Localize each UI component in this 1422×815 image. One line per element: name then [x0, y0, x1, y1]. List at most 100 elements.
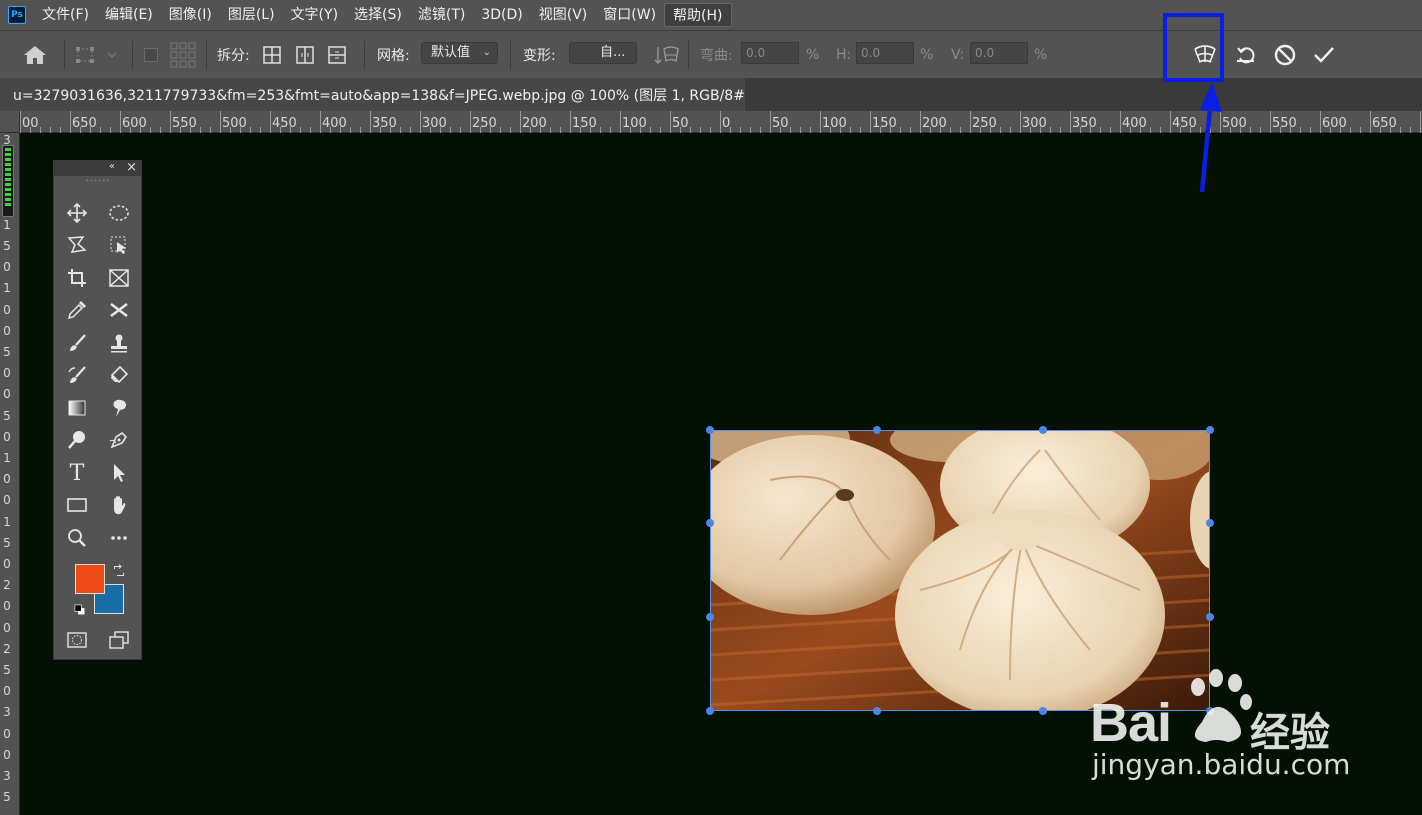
hand-icon [114, 496, 126, 515]
vertical-ruler[interactable]: 32001501005005010015020025030035 [0, 133, 20, 815]
transform-handle-right-1[interactable] [1206, 519, 1214, 527]
v-input[interactable]: 0.0 [970, 42, 1028, 64]
gradient-tool[interactable] [62, 394, 92, 422]
menu-edit[interactable]: 编辑(E) [97, 3, 161, 27]
clone-stamp-tool[interactable] [104, 329, 134, 357]
move-tool[interactable] [62, 199, 92, 227]
pen-tool[interactable] [104, 426, 134, 454]
ruler-minor-tick [750, 127, 751, 133]
transform-handle-top-1[interactable] [873, 426, 881, 434]
transform-handle-left-1[interactable] [706, 519, 714, 527]
menu-help[interactable]: 帮助(H) [664, 3, 732, 27]
eyedropper-tool[interactable] [62, 296, 92, 324]
dodge-tool[interactable] [62, 426, 92, 454]
vertical-ruler-label: 1 [3, 514, 11, 529]
zoom-tool[interactable] [62, 524, 92, 552]
path-selection-icon [114, 464, 125, 482]
ruler-minor-tick [260, 127, 261, 133]
frame-tool[interactable] [104, 264, 134, 292]
path-selection-tool[interactable] [104, 459, 134, 487]
ruler-minor-tick [400, 127, 401, 133]
menu-file[interactable]: 文件(F) [34, 3, 97, 27]
ruler-tick [320, 111, 321, 133]
ruler-label: 0 [722, 116, 731, 131]
cancel-transform-button[interactable] [1272, 31, 1298, 79]
menu-window[interactable]: 窗口(W) [595, 3, 664, 27]
history-brush-tool[interactable] [62, 361, 92, 389]
ruler-minor-tick [60, 127, 61, 133]
grid-dropdown[interactable]: 默认值 ⌄ [421, 42, 498, 64]
quick-mask-button[interactable] [62, 626, 92, 654]
transform-handle-left-2[interactable] [706, 613, 714, 621]
menu-view[interactable]: 视图(V) [531, 3, 596, 27]
close-icon[interactable]: × [126, 160, 137, 175]
ruler-tick [120, 111, 121, 133]
transform-handle-top-left[interactable] [706, 426, 714, 434]
reference-point-grid[interactable] [169, 31, 197, 79]
collapse-icon[interactable]: « [109, 161, 115, 172]
eraser-tool[interactable] [104, 361, 134, 389]
panel-grip[interactable]: •••••• [54, 176, 141, 186]
foreground-color-swatch[interactable] [75, 564, 105, 594]
brush-tool[interactable] [62, 329, 92, 357]
ruler-tick [620, 111, 621, 133]
reference-point-checkbox[interactable] [144, 31, 158, 79]
elliptical-marquee-tool[interactable] [104, 199, 134, 227]
transform-handle-bottom-2[interactable] [1039, 707, 1047, 715]
h-input[interactable]: 0.0 [856, 42, 914, 64]
ruler-minor-tick [650, 127, 651, 133]
ruler-minor-tick [1150, 127, 1151, 133]
more-tools-button[interactable] [104, 524, 134, 552]
transform-handle-right-2[interactable] [1206, 613, 1214, 621]
warp-dropdown[interactable]: 自... [569, 42, 637, 64]
transform-handle-top-right[interactable] [1206, 426, 1214, 434]
document-tab[interactable]: u=3279031636,3211779733&fm=253&fmt=auto&… [0, 78, 745, 111]
undo-button[interactable] [1234, 31, 1258, 79]
transform-handle-top-2[interactable] [1039, 426, 1047, 434]
smudge-tool[interactable] [104, 394, 134, 422]
ruler-label: 150 [872, 116, 897, 131]
menu-layer[interactable]: 图层(L) [220, 3, 283, 27]
hand-tool[interactable] [104, 491, 134, 519]
transform-preset-button[interactable] [74, 31, 118, 79]
eraser-icon [110, 365, 129, 384]
screen-mode-button[interactable] [104, 626, 134, 654]
commit-transform-button[interactable] [1311, 31, 1337, 79]
rectangle-tool[interactable] [62, 491, 92, 519]
default-colors-button[interactable] [70, 600, 90, 620]
ruler-origin[interactable] [0, 111, 20, 133]
split-vertical-button[interactable] [295, 31, 315, 79]
ruler-label: 600 [1322, 116, 1347, 131]
ruler-minor-tick [1350, 127, 1351, 133]
menu-select[interactable]: 选择(S) [346, 3, 410, 27]
split-horizontal-button[interactable] [327, 31, 347, 79]
swap-colors-button[interactable] [106, 561, 132, 581]
ruler-tick [1170, 111, 1171, 133]
vertical-ruler-label: 0 [3, 493, 11, 508]
crop-tool[interactable] [62, 264, 92, 292]
transform-handle-bottom-left[interactable] [706, 707, 714, 715]
bend-percent: % [806, 47, 820, 63]
menu-type[interactable]: 文字(Y) [283, 3, 346, 27]
lasso-tool[interactable] [62, 231, 92, 259]
grid-label: 网格: [377, 48, 410, 64]
object-selection-tool[interactable] [104, 231, 134, 259]
menu-image[interactable]: 图像(I) [161, 3, 220, 27]
transform-handle-bottom-1[interactable] [873, 707, 881, 715]
ruler-label: 300 [1022, 116, 1047, 131]
ruler-minor-tick [600, 127, 601, 133]
menu-3d[interactable]: 3D(D) [473, 3, 530, 27]
menu-filter[interactable]: 滤镜(T) [410, 3, 473, 27]
warp-orientation-button[interactable] [654, 31, 680, 79]
ruler-minor-tick [550, 127, 551, 133]
split-cross-button[interactable] [262, 31, 282, 79]
bend-input[interactable]: 0.0 [741, 42, 799, 64]
ruler-tick [1120, 111, 1121, 133]
ruler-tick [870, 111, 871, 133]
ruler-minor-tick [150, 127, 151, 133]
healing-brush-tool[interactable] [104, 296, 134, 324]
tools-panel-header[interactable]: « × [54, 160, 141, 176]
home-button[interactable] [22, 31, 48, 79]
type-tool[interactable]: T [62, 459, 92, 487]
screen-mode-icon [109, 631, 129, 649]
